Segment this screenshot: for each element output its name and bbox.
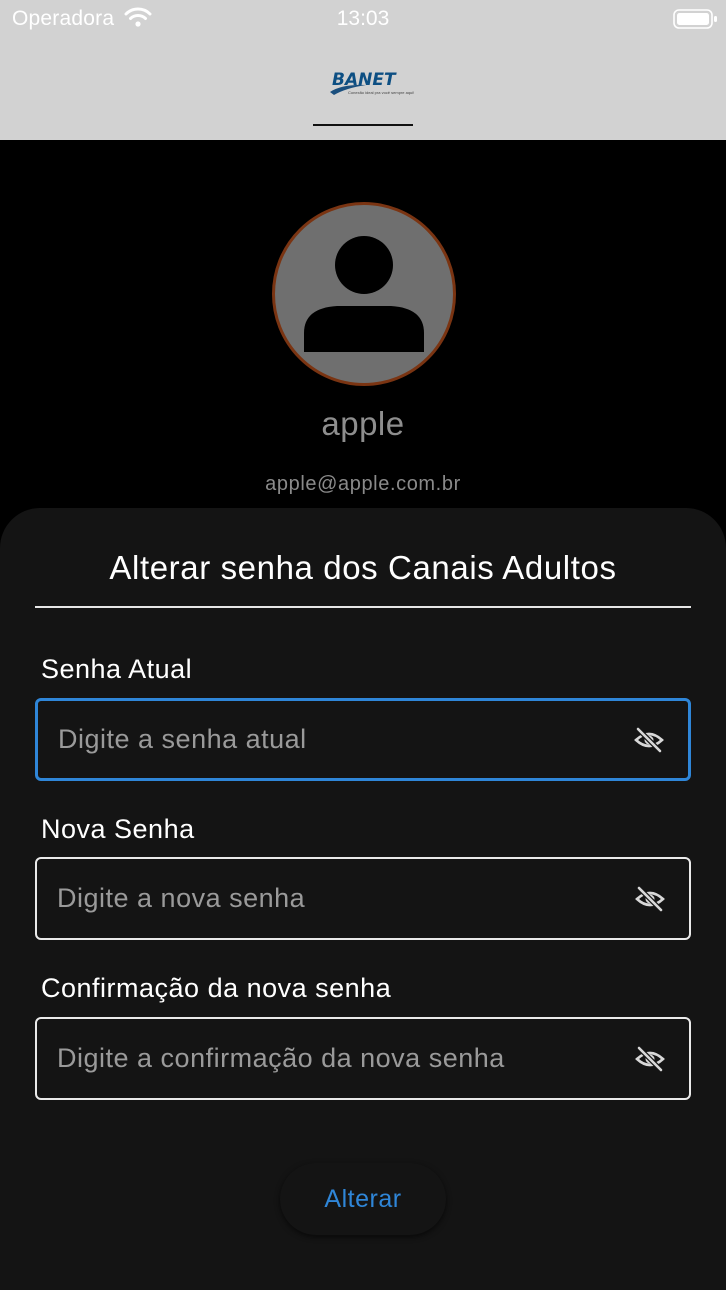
current-password-label: Senha Atual: [41, 654, 193, 684]
current-password-input[interactable]: [58, 701, 618, 778]
title-divider: [35, 606, 691, 608]
confirm-password-label: Confirmação da nova senha: [41, 973, 392, 1003]
brand-logo: BANET Conexão ideal pra você sempre aqui…: [328, 70, 414, 98]
confirm-password-field[interactable]: [35, 1017, 691, 1100]
change-password-sheet: Alterar senha dos Canais Adultos Senha A…: [0, 508, 726, 1290]
new-password-label: Nova Senha: [41, 814, 195, 844]
brand-logo-text: BANET: [332, 70, 396, 90]
confirm-password-input[interactable]: [57, 1019, 617, 1098]
sheet-title: Alterar senha dos Canais Adultos: [109, 549, 617, 586]
avatar[interactable]: [272, 202, 456, 386]
new-password-field[interactable]: [35, 857, 691, 940]
profile-email: apple@apple.com.br: [265, 473, 461, 495]
current-password-field[interactable]: [35, 698, 691, 781]
eye-off-icon[interactable]: [635, 1044, 665, 1074]
eye-off-icon[interactable]: [635, 884, 665, 914]
new-password-input[interactable]: [57, 859, 617, 938]
status-bar: Operadora 13:03: [0, 0, 726, 38]
submit-button[interactable]: Alterar: [280, 1163, 446, 1235]
status-time: 13:03: [336, 7, 390, 30]
battery-icon: [673, 8, 719, 35]
tab-indicator: [313, 124, 413, 126]
brand-logo-tagline: Conexão ideal pra você sempre aqui!: [348, 90, 415, 95]
user-silhouette-icon: [304, 236, 424, 352]
eye-off-icon[interactable]: [634, 725, 664, 755]
profile-name: apple: [321, 405, 405, 442]
app-header: Operadora 13:03 BANET Conexão ideal pra …: [0, 0, 726, 140]
